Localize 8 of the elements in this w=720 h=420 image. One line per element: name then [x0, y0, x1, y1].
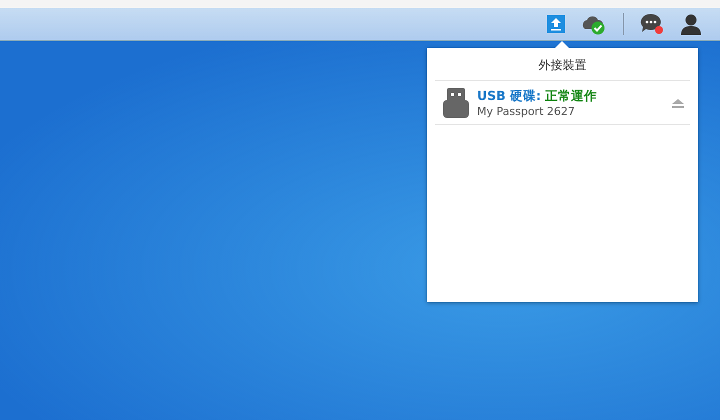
upload-icon[interactable]: [547, 15, 565, 33]
chat-icon[interactable]: [640, 13, 664, 35]
device-model: My Passport 2627: [477, 105, 576, 118]
device-status: 正常運作: [545, 88, 598, 103]
popup-title: 外接裝置: [435, 48, 690, 81]
device-name: USB 硬碟:: [477, 88, 542, 103]
usb-drive-icon: [443, 88, 469, 118]
user-icon[interactable]: [680, 13, 702, 35]
